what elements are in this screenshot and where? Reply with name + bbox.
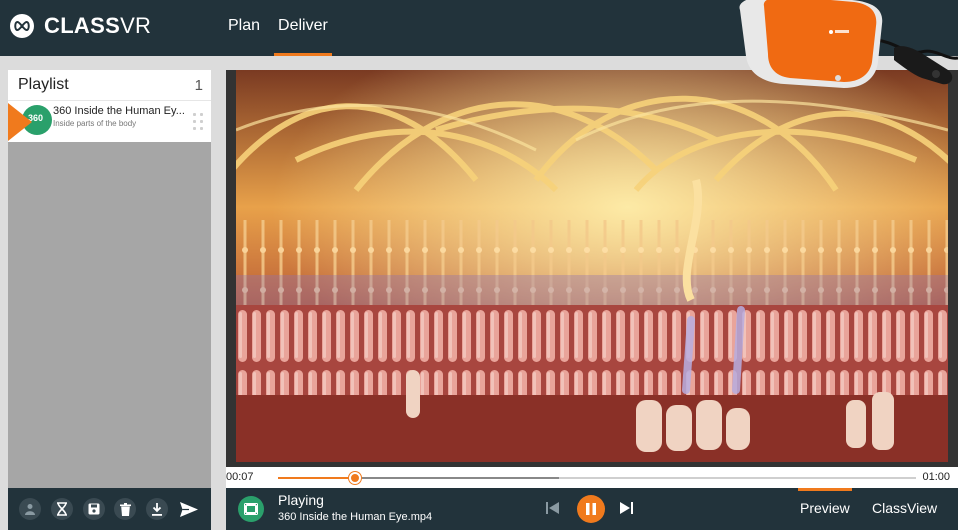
playlist-header: Playlist 1	[8, 70, 211, 100]
pause-button[interactable]	[577, 495, 605, 523]
play-indicator-icon	[8, 103, 32, 141]
progress-area: 00:07 01:00	[226, 467, 958, 488]
drag-handle-icon[interactable]	[193, 113, 205, 131]
playing-file-name: 360 Inside the Human Eye.mp4	[278, 511, 433, 523]
film-icon	[238, 496, 264, 522]
playback-status: Playing	[278, 492, 324, 508]
current-time: 00:07	[226, 471, 254, 483]
seek-bar-progress	[278, 477, 356, 479]
playlist-item-subtitle: Inside parts of the body	[53, 119, 137, 128]
send-icon[interactable]	[178, 498, 200, 520]
nav-plan[interactable]: Plan	[228, 0, 260, 56]
logo-text-bold: CLASS	[44, 13, 121, 38]
seek-handle[interactable]	[349, 472, 362, 484]
video-frame-image	[236, 70, 948, 462]
playlist-toolbar	[8, 488, 211, 530]
hourglass-icon[interactable]	[50, 498, 73, 520]
save-icon[interactable]	[82, 498, 105, 520]
main-area: Playlist 1 360 360 Inside the Human Ey..…	[0, 56, 958, 530]
trash-icon[interactable]	[114, 498, 137, 520]
playlist-panel: Playlist 1 360 360 Inside the Human Ey..…	[8, 70, 211, 488]
classvr-logo[interactable]: CLASSVR	[10, 13, 151, 39]
logo-text-thin: VR	[120, 13, 152, 38]
pause-icon	[586, 503, 596, 515]
total-time: 01:00	[922, 471, 950, 483]
seek-bar[interactable]	[278, 472, 916, 484]
main-nav: Plan Deliver	[228, 0, 346, 56]
player-bar: Playing 360 Inside the Human Eye.mp4 Pre…	[226, 488, 958, 530]
playlist-item-title: 360 Inside the Human Ey...	[53, 105, 185, 117]
infinity-icon	[10, 14, 34, 38]
user-icon[interactable]	[18, 498, 41, 520]
download-icon[interactable]	[146, 498, 169, 520]
playlist-title: Playlist	[18, 76, 69, 93]
logo-text: CLASSVR	[44, 13, 151, 39]
playlist-item[interactable]: 360 360 Inside the Human Ey... Inside pa…	[8, 100, 211, 142]
next-track-icon[interactable]	[619, 501, 633, 520]
previous-track-icon[interactable]	[546, 501, 560, 520]
playlist-count: 1	[194, 76, 203, 94]
tab-classview[interactable]: ClassView	[872, 500, 937, 516]
video-preview[interactable]	[226, 70, 958, 467]
nav-deliver[interactable]: Deliver	[274, 0, 332, 56]
vr-headset-image	[739, 0, 958, 88]
tab-preview[interactable]: Preview	[798, 488, 852, 516]
